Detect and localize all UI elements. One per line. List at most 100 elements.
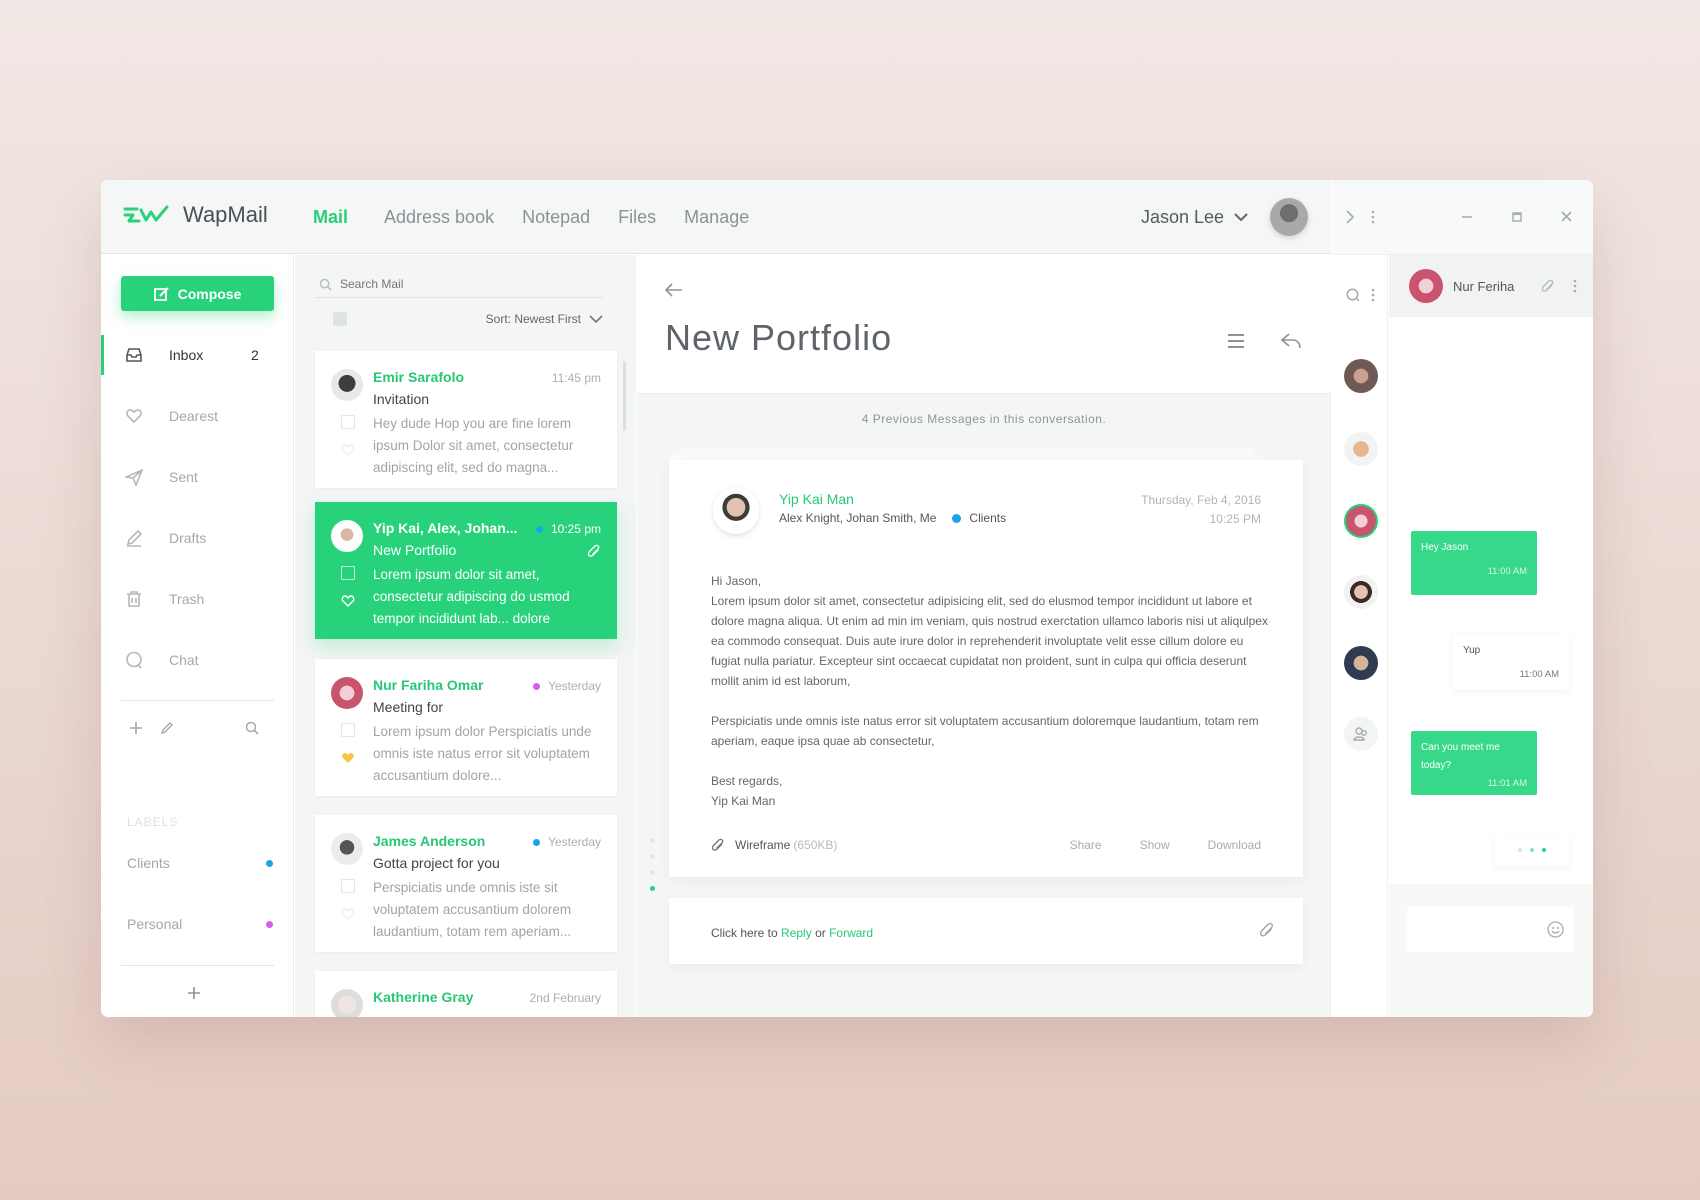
mail-item[interactable]: Emir Sarafolo 11:45 pm Invitation Hey du… xyxy=(315,351,617,488)
sender-name: Emir Sarafolo xyxy=(373,369,465,385)
sender-name: Nur Fariha Omar xyxy=(373,677,484,693)
group-chat-button[interactable] xyxy=(1344,717,1378,751)
chevron-down-icon[interactable] xyxy=(1234,212,1248,222)
attachment-icon[interactable] xyxy=(1541,279,1555,293)
forward-link[interactable]: Forward xyxy=(829,926,873,940)
heart-icon[interactable] xyxy=(341,594,355,608)
scrollbar[interactable] xyxy=(623,361,626,431)
chat-input[interactable] xyxy=(1407,907,1574,952)
search-input[interactable] xyxy=(340,277,570,291)
chat-search-icon[interactable] xyxy=(1346,288,1360,302)
folder-drafts[interactable]: Drafts xyxy=(101,518,294,558)
user-menu[interactable]: Jason Lee xyxy=(1141,198,1309,236)
contact-avatar[interactable] xyxy=(1409,269,1443,303)
more-icon[interactable] xyxy=(1371,210,1375,224)
contact-avatar[interactable] xyxy=(1344,575,1378,609)
nav-address-book[interactable]: Address book xyxy=(384,207,494,228)
mail-item[interactable]: Nur Fariha Omar Yesterday Meeting for Lo… xyxy=(315,659,617,796)
folder-label: Dearest xyxy=(169,408,219,424)
chevron-right-icon[interactable] xyxy=(1346,210,1355,224)
show-link[interactable]: Show xyxy=(1140,838,1170,852)
nav-files[interactable]: Files xyxy=(618,207,656,228)
compose-button[interactable]: Compose xyxy=(121,276,274,311)
mail-item[interactable]: James Anderson Yesterday Gotta project f… xyxy=(315,815,617,952)
label-clients[interactable]: Clients xyxy=(127,855,273,871)
signoff: Best regards, xyxy=(711,774,783,788)
chat-text: Hey Jason xyxy=(1421,542,1469,553)
add-label-icon[interactable] xyxy=(187,986,201,1000)
minimize-icon[interactable] xyxy=(1462,216,1472,218)
reply-link[interactable]: Reply xyxy=(781,926,812,940)
label-text: Clients xyxy=(127,855,170,871)
mail-time-wrap: Yesterday xyxy=(533,835,601,849)
back-arrow-icon[interactable] xyxy=(665,283,683,297)
thread-dot[interactable] xyxy=(650,854,655,859)
mail-time: 10:25 pm xyxy=(550,522,601,536)
share-link[interactable]: Share xyxy=(1070,838,1102,852)
message-sender[interactable]: Yip Kai Man xyxy=(779,491,854,507)
attachment-actions: Share Show Download xyxy=(1070,838,1261,852)
thread-dot[interactable] xyxy=(650,838,655,843)
search-bar[interactable] xyxy=(315,271,603,298)
heart-icon xyxy=(126,409,142,424)
folder-sent[interactable]: Sent xyxy=(101,457,294,497)
message-label[interactable]: Clients xyxy=(952,511,1006,525)
contact-avatar[interactable] xyxy=(1344,432,1378,466)
thread-dots xyxy=(650,838,655,891)
logo[interactable]: WapMail xyxy=(123,202,268,228)
add-icon[interactable] xyxy=(129,721,143,735)
mail-item[interactable]: Katherine Gray 2nd February xyxy=(315,971,617,1017)
folder-dearest[interactable]: Dearest xyxy=(101,396,294,436)
greeting: Hi Jason, xyxy=(711,574,762,588)
search-icon[interactable] xyxy=(245,721,259,735)
close-icon[interactable] xyxy=(1561,211,1572,222)
heart-icon-active[interactable] xyxy=(341,751,355,765)
user-avatar[interactable] xyxy=(1270,198,1309,236)
attachment-name[interactable]: Wireframe xyxy=(735,838,790,852)
thread-dot[interactable] xyxy=(650,870,655,875)
select-all-checkbox[interactable] xyxy=(333,312,347,326)
chat-panel: Nur Feriha Hey Jason 11:00 AM Yup 11:00 … xyxy=(1332,180,1593,1017)
nav-manage[interactable]: Manage xyxy=(684,207,749,228)
mail-subject: Meeting for xyxy=(373,699,444,715)
edit-icon[interactable] xyxy=(160,721,174,735)
label-personal[interactable]: Personal xyxy=(127,916,273,932)
reply-icon[interactable] xyxy=(1281,333,1301,349)
reader-actions xyxy=(1227,333,1301,349)
nav-notepad[interactable]: Notepad xyxy=(522,207,590,228)
contact-avatar-active[interactable] xyxy=(1344,504,1378,538)
mail-checkbox[interactable] xyxy=(341,723,355,737)
maximize-icon[interactable] xyxy=(1512,212,1522,222)
label-dot xyxy=(952,513,962,523)
contact-avatar[interactable] xyxy=(1344,359,1378,393)
more-icon[interactable] xyxy=(1573,279,1577,293)
app-name: WapMail xyxy=(183,202,268,227)
folder-chat[interactable]: Chat xyxy=(101,640,294,680)
wapmail-logo-icon xyxy=(123,205,169,223)
thread-dot-active[interactable] xyxy=(650,886,655,891)
chat-window-controls xyxy=(1332,180,1593,255)
attachment-icon[interactable] xyxy=(1259,922,1275,938)
emoji-icon[interactable] xyxy=(1547,921,1564,938)
contact-avatar[interactable] xyxy=(1344,646,1378,680)
folder-trash[interactable]: Trash xyxy=(101,579,294,619)
more-icon[interactable] xyxy=(1371,288,1375,302)
folder-inbox[interactable]: Inbox 2 xyxy=(101,335,294,375)
download-link[interactable]: Download xyxy=(1208,838,1261,852)
mail-checkbox[interactable] xyxy=(341,566,355,580)
message-title: New Portfolio xyxy=(665,317,893,358)
nav-mail[interactable]: Mail xyxy=(313,207,348,228)
folder-label: Sent xyxy=(169,469,198,485)
sort-dropdown[interactable]: Sort: Newest First xyxy=(486,312,603,326)
reply-box[interactable]: Click here to Reply or Forward xyxy=(669,898,1303,964)
chat-time: 11:00 AM xyxy=(1519,669,1559,680)
previous-messages-note[interactable]: 4 Previous Messages in this conversation… xyxy=(637,412,1331,426)
mail-item-selected[interactable]: Yip Kai, Alex, Johan... 10:25 pm New Por… xyxy=(315,502,617,639)
message-recipients-row: Alex Knight, Johan Smith, Me Clients xyxy=(779,511,1006,525)
heart-icon[interactable] xyxy=(341,443,355,457)
heart-icon[interactable] xyxy=(341,907,355,921)
main-nav: Mail Address book Notepad Files Manage xyxy=(313,207,777,228)
mail-checkbox[interactable] xyxy=(341,879,355,893)
mail-checkbox[interactable] xyxy=(341,415,355,429)
menu-icon[interactable] xyxy=(1227,333,1245,349)
